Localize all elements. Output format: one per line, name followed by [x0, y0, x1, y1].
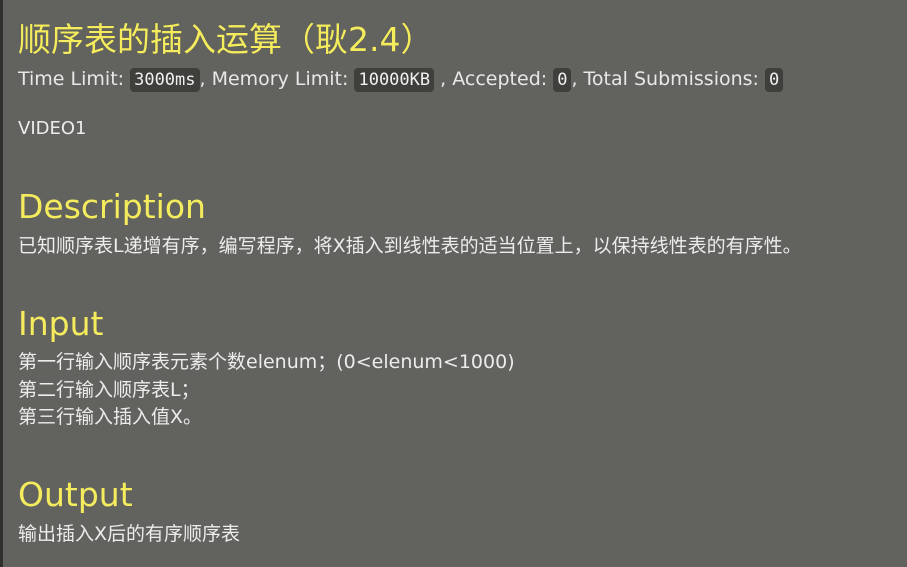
- limits-line: Time Limit: 3000ms, Memory Limit: 10000K…: [18, 66, 784, 92]
- input-line-1: 第一行输入顺序表元素个数elenum；(0<elenum<1000): [18, 351, 515, 373]
- total-submissions-label: , Total Submissions:: [571, 68, 759, 90]
- total-submissions-value: 0: [765, 67, 784, 92]
- time-limit-value: 3000ms: [130, 67, 200, 92]
- description-heading: Description: [18, 187, 206, 226]
- input-line-2: 第二行输入顺序表L；: [18, 379, 200, 401]
- memory-limit-value: 10000KB: [354, 67, 435, 92]
- input-line-3: 第三行输入插入值X。: [18, 406, 203, 428]
- memory-limit-label: , Memory Limit:: [199, 68, 349, 90]
- left-border: [0, 0, 3, 567]
- input-heading: Input: [18, 304, 104, 343]
- accepted-label: , Accepted:: [440, 68, 548, 90]
- problem-tag: VIDEO1: [18, 118, 87, 139]
- accepted-value: 0: [553, 67, 572, 92]
- output-text: 输出插入X后的有序顺序表: [18, 523, 241, 545]
- problem-title: 顺序表的插入运算（耿2.4）: [18, 20, 434, 59]
- time-limit-label: Time Limit:: [18, 68, 125, 90]
- description-text: 已知顺序表L递增有序，编写程序，将X插入到线性表的适当位置上，以保持线性表的有序…: [18, 235, 802, 257]
- output-heading: Output: [18, 475, 133, 514]
